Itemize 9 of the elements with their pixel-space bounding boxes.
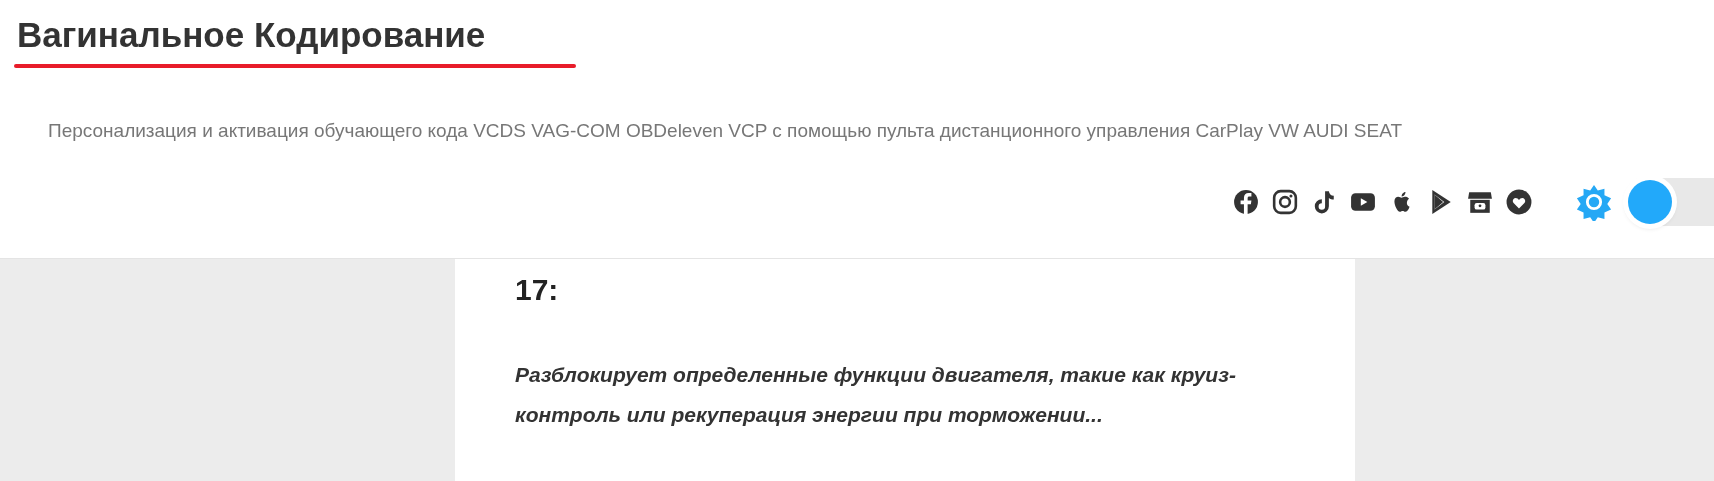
store-icon[interactable] xyxy=(1467,189,1493,215)
site-tagline: Персонализация и активация обучающего кода VCDS VAG-COM OBDeleven VCP с помощью пульта дистанционного управления CarPlay VW AUDI SEAT xyxy=(48,120,1404,142)
sun-icon xyxy=(1575,183,1613,221)
instagram-icon[interactable] xyxy=(1272,189,1298,215)
site-title[interactable]: Вагинальное Кодирование xyxy=(17,12,486,58)
theme-toggle[interactable] xyxy=(1626,178,1714,226)
facebook-icon[interactable] xyxy=(1233,189,1259,215)
article-summary: Разблокирует определенные функции двигателя, такие как круиз-контроль или рекуперация энергии при торможении... xyxy=(515,362,1237,428)
article-heading[interactable]: 17: xyxy=(515,273,1295,307)
